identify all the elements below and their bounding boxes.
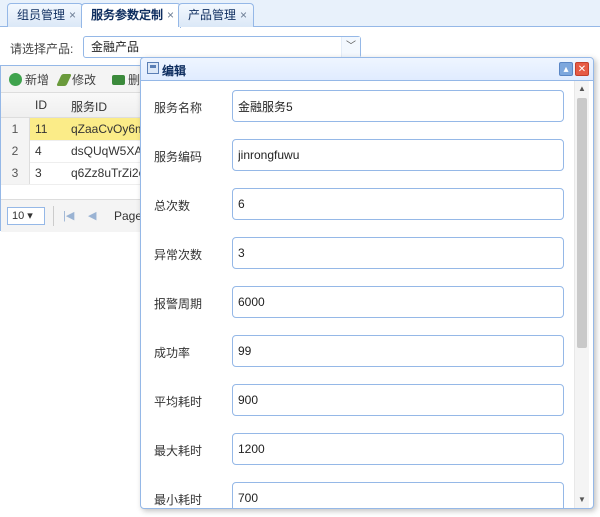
- product-filter-label: 请选择产品:: [10, 42, 74, 56]
- row-number: 3: [1, 162, 30, 184]
- column-header-service-id[interactable]: 服务ID: [71, 98, 107, 115]
- service-name-input[interactable]: [232, 90, 564, 122]
- tab-label: 产品管理: [188, 8, 237, 22]
- dialog-body: 服务名称 服务编码 总次数 异常次数 报警周期 成功率 平均耗时 最大耗时: [141, 81, 592, 508]
- page-size-select[interactable]: 10 ▾: [7, 207, 45, 225]
- total-count-input[interactable]: [232, 188, 564, 220]
- close-button[interactable]: ✕: [575, 62, 589, 76]
- table-header: ID 服务ID: [1, 93, 144, 118]
- delete-label: 删: [128, 73, 141, 87]
- table-row[interactable]: 1 11 qZaaCvOy6m: [1, 118, 146, 141]
- tab-label: 组员管理: [17, 8, 66, 22]
- error-count-label: 异常次数: [154, 248, 203, 262]
- pagination-bar: 10 ▾ |◀ ◀ Page: [1, 199, 144, 232]
- form-row-error-count: 异常次数: [141, 237, 571, 269]
- page-label: Page: [114, 209, 143, 223]
- delete-button[interactable]: 删: [112, 71, 140, 88]
- tab-close-icon[interactable]: ×: [240, 8, 247, 22]
- tab-close-icon[interactable]: ×: [167, 8, 174, 22]
- row-number: 1: [1, 118, 30, 140]
- form-row-min-time: 最小耗时: [141, 482, 571, 508]
- form-row-success-rate: 成功率: [141, 335, 571, 367]
- cell-id: 11: [35, 122, 48, 136]
- dialog-title: 编辑: [162, 64, 187, 78]
- service-code-label: 服务编码: [154, 150, 203, 164]
- form-row-service-code: 服务编码: [141, 139, 571, 171]
- dialog-header[interactable]: 编辑 ▴ ✕: [141, 58, 593, 81]
- row-number: 2: [1, 140, 30, 162]
- collapse-button[interactable]: ▴: [559, 62, 573, 76]
- product-select[interactable]: 金融产品 ﹀: [83, 36, 361, 58]
- cell-id: 3: [35, 166, 42, 180]
- success-rate-input[interactable]: [232, 335, 564, 367]
- tab-product-management[interactable]: 产品管理 ×: [178, 3, 255, 27]
- avg-time-input[interactable]: [232, 384, 564, 416]
- service-code-input[interactable]: [232, 139, 564, 171]
- avg-time-label: 平均耗时: [154, 395, 203, 409]
- tab-member-management[interactable]: 组员管理 ×: [7, 3, 84, 27]
- chevron-down-icon[interactable]: ﹀: [341, 37, 360, 57]
- plus-icon: [9, 73, 22, 86]
- alarm-period-label: 报警周期: [154, 297, 203, 311]
- cell-service-id: q6Zz8uTrZi2o: [71, 166, 146, 180]
- error-count-input[interactable]: [232, 237, 564, 269]
- form-row-service-name: 服务名称: [141, 90, 571, 122]
- scroll-up-icon[interactable]: ▲: [575, 82, 589, 96]
- service-grid: 新增 修改 删 ID 服务ID 1 11 qZaaCvOy6m 2 4 dsQU…: [0, 65, 149, 232]
- first-page-icon[interactable]: |◀: [63, 209, 74, 222]
- edit-dialog: 编辑 ▴ ✕ 服务名称 服务编码 总次数 异常次数 报警周期 成功率 平均: [140, 57, 594, 509]
- tab-bar: 组员管理 × 服务参数定制 × 产品管理 ×: [0, 0, 600, 28]
- cell-service-id: qZaaCvOy6m: [71, 122, 146, 136]
- cell-service-id: dsQUqW5XAT: [71, 144, 149, 158]
- success-rate-label: 成功率: [154, 346, 191, 360]
- form-row-alarm-period: 报警周期: [141, 286, 571, 318]
- page-size-value: 10: [12, 210, 25, 222]
- add-label: 新增: [25, 73, 50, 87]
- grid-toolbar: 新增 修改 删: [1, 66, 144, 93]
- form-row-max-time: 最大耗时: [141, 433, 571, 465]
- form-row-avg-time: 平均耗时: [141, 384, 571, 416]
- tab-label: 服务参数定制: [91, 8, 164, 22]
- max-time-input[interactable]: [232, 433, 564, 465]
- edit-button[interactable]: 修改: [56, 71, 97, 88]
- edit-label: 修改: [72, 73, 97, 87]
- alarm-period-input[interactable]: [232, 286, 564, 318]
- service-name-label: 服务名称: [154, 101, 203, 115]
- pencil-icon: [56, 74, 72, 86]
- table-row[interactable]: 2 4 dsQUqW5XAT: [1, 140, 149, 163]
- dialog-scrollbar[interactable]: ▲ ▼: [574, 81, 589, 508]
- column-header-id[interactable]: ID: [35, 98, 47, 112]
- scroll-down-icon[interactable]: ▼: [575, 493, 589, 507]
- max-time-label: 最大耗时: [154, 444, 203, 458]
- cell-id: 4: [35, 144, 42, 158]
- form-row-total-count: 总次数: [141, 188, 571, 220]
- edit-form-icon: [147, 62, 159, 74]
- tab-close-icon[interactable]: ×: [69, 8, 76, 22]
- tab-service-params[interactable]: 服务参数定制 ×: [81, 3, 182, 28]
- pager-divider: [53, 206, 54, 226]
- total-count-label: 总次数: [154, 199, 191, 213]
- scrollbar-thumb[interactable]: [577, 98, 587, 348]
- prev-page-icon[interactable]: ◀: [88, 209, 96, 222]
- add-button[interactable]: 新增: [9, 71, 49, 88]
- product-select-value: 金融产品: [91, 40, 140, 54]
- minus-icon: [112, 75, 125, 85]
- min-time-label: 最小耗时: [154, 493, 203, 507]
- min-time-input[interactable]: [232, 482, 564, 508]
- table-row[interactable]: 3 3 q6Zz8uTrZi2o: [1, 162, 146, 185]
